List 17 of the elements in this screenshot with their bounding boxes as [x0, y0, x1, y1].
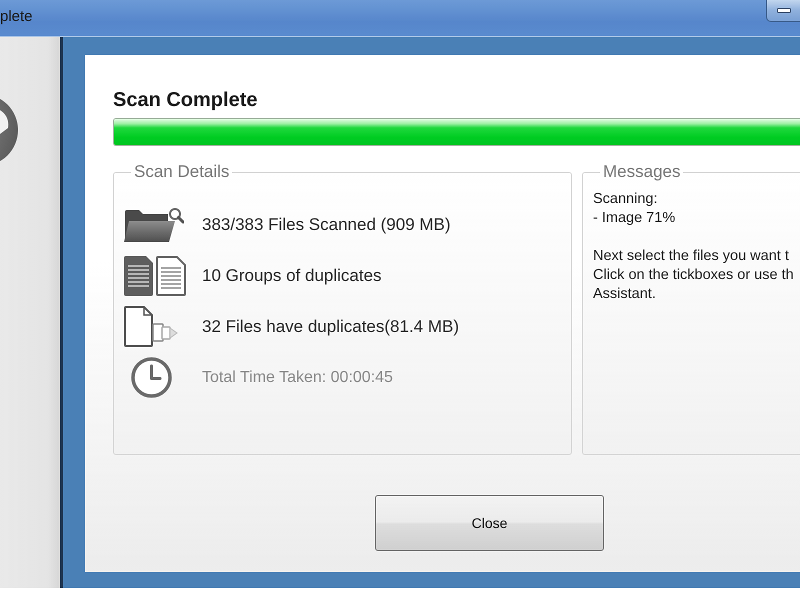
close-button[interactable]: Close	[375, 495, 604, 551]
message-text: Next select the files you want t Click on the tickboxes or use th Assistant.	[593, 247, 795, 304]
scan-heading: Scan Complete	[113, 88, 258, 112]
detail-text: 10 Groups of duplicates	[202, 264, 382, 286]
message-text: Scanning: - Image 71%	[593, 190, 676, 228]
group-title: Messages	[602, 162, 682, 182]
window-title: plete	[0, 7, 33, 27]
detail-text: Total Time Taken: 00:00:45	[202, 368, 393, 388]
file-copies-icon	[124, 306, 178, 347]
minimize-icon	[776, 8, 790, 13]
documents-icon	[124, 256, 186, 296]
minimize-button[interactable]	[766, 0, 800, 22]
folder-search-icon	[124, 208, 184, 242]
group-title: Scan Details	[133, 162, 230, 182]
detail-text: 32 Files have duplicates(81.4 MB)	[202, 316, 460, 338]
detail-text: 383/383 Files Scanned (909 MB)	[202, 214, 451, 236]
clock-icon	[131, 357, 172, 398]
